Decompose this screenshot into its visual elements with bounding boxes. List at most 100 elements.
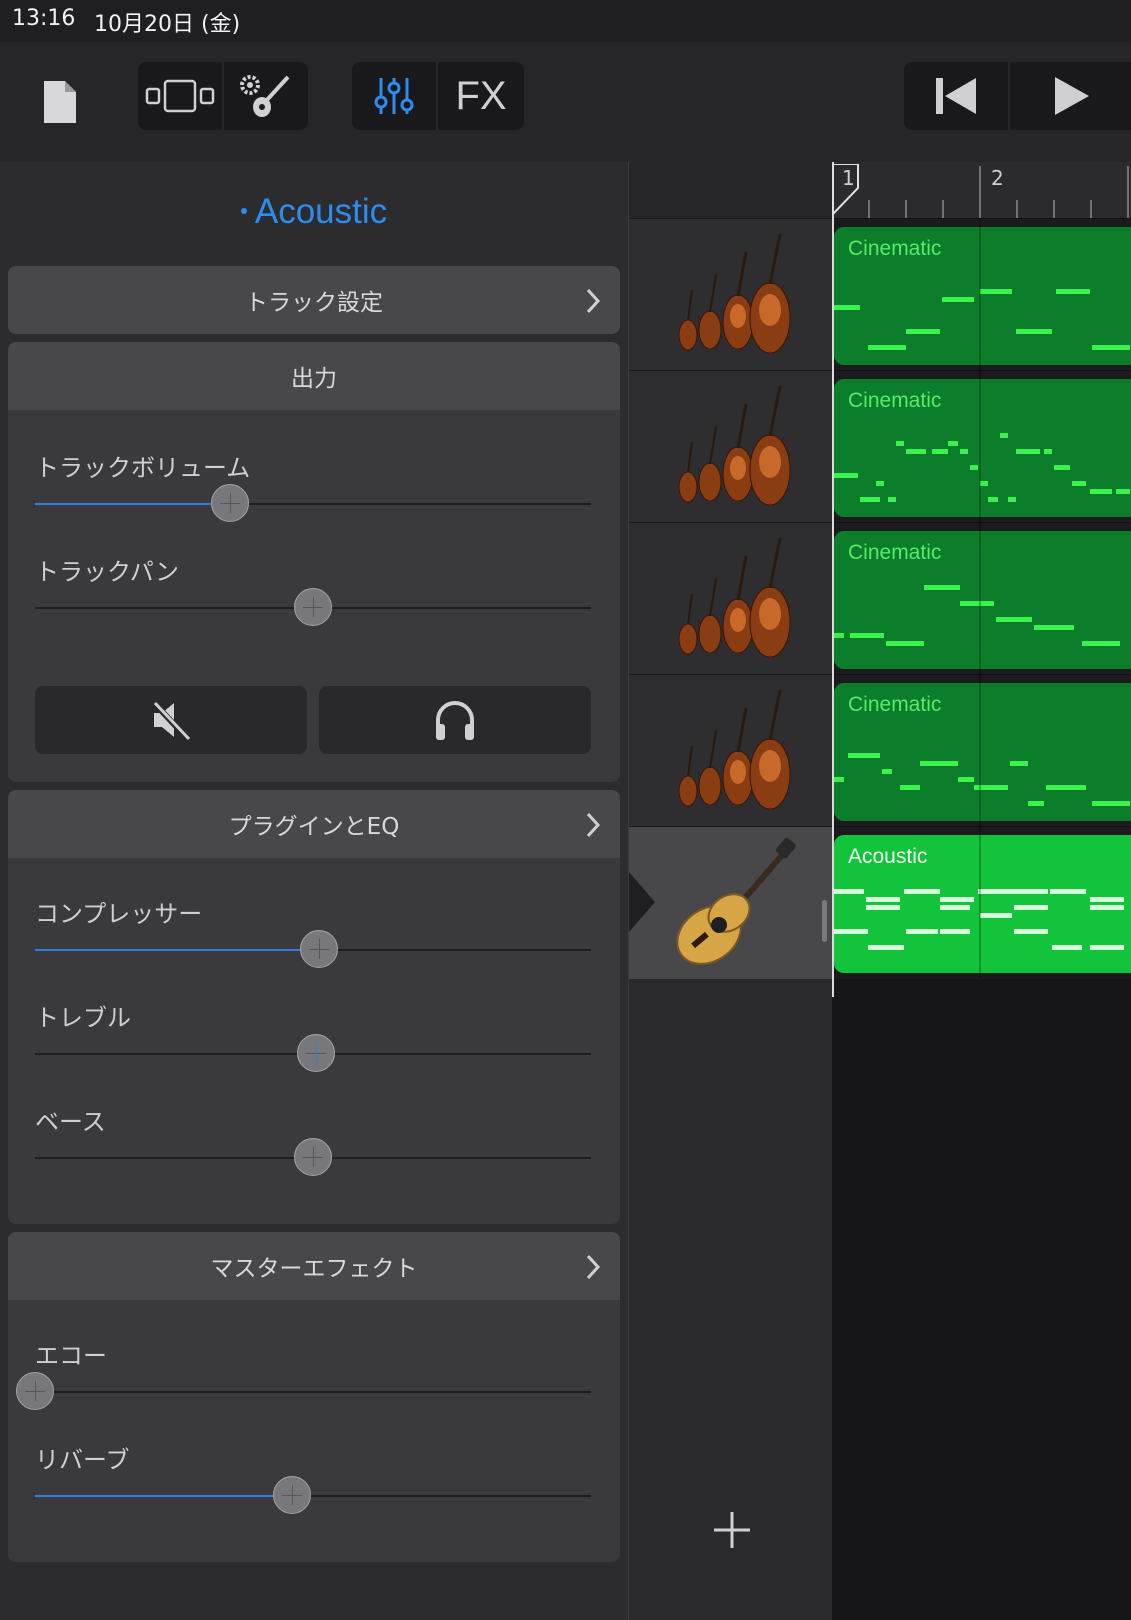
midi-note [834, 889, 864, 894]
track-volume-label: トラックボリューム [35, 454, 251, 482]
fx-button[interactable]: FX [438, 62, 524, 130]
track-pan-slider[interactable] [35, 588, 591, 628]
play-button[interactable] [1010, 62, 1131, 130]
region-cinematic-3[interactable]: Cinematic [834, 531, 1131, 669]
timeline-area[interactable]: 1 2 Cinematic Cinematic Cinematic Cinema… [832, 162, 1131, 1620]
reverb-slider[interactable] [35, 1476, 591, 1516]
compressor-slider[interactable] [35, 930, 591, 970]
bar-ruler[interactable]: 1 2 [832, 162, 1131, 219]
reverb-label: リバーブ [35, 1446, 130, 1474]
playhead[interactable] [832, 162, 834, 997]
midi-note [1000, 433, 1008, 438]
track-lane-5[interactable]: Acoustic [832, 826, 1131, 979]
compressor-label: コンプレッサー [35, 900, 203, 928]
echo-label: エコー [35, 1342, 107, 1370]
midi-note [924, 585, 960, 590]
track-settings-label: トラック設定 [245, 290, 383, 316]
master-effects-header[interactable]: マスターエフェクト [8, 1232, 620, 1300]
region-acoustic[interactable]: Acoustic [834, 835, 1131, 973]
treble-slider[interactable] [35, 1034, 591, 1074]
strings-ensemble-icon [678, 537, 790, 658]
track-header-strings-2[interactable] [629, 370, 832, 523]
midi-note [1072, 481, 1086, 486]
play-icon [1054, 77, 1089, 115]
slider-fill [35, 1495, 293, 1497]
chevron-right-icon [586, 1254, 600, 1280]
track-header-strings-1[interactable] [629, 218, 832, 371]
slider-fill [35, 503, 230, 505]
solo-button[interactable] [319, 686, 591, 754]
midi-note [960, 601, 994, 606]
track-lane-2[interactable]: Cinematic [832, 370, 1131, 523]
slider-knob[interactable] [210, 484, 249, 522]
playhead-marker[interactable] [832, 164, 860, 214]
track-settings-row[interactable]: トラック設定 [8, 266, 620, 334]
slider-knob[interactable] [273, 1476, 312, 1514]
my-songs-button[interactable] [30, 64, 90, 140]
mixer-sliders-icon [374, 78, 414, 114]
midi-note [1116, 489, 1130, 494]
track-resize-handle[interactable] [822, 900, 827, 942]
slider-knob[interactable] [294, 588, 332, 626]
strings-ensemble-icon [678, 233, 790, 354]
region-label: Cinematic [848, 693, 942, 716]
browser-button[interactable] [138, 62, 222, 130]
slider-knob[interactable] [294, 1138, 332, 1176]
midi-note [1016, 329, 1052, 334]
bass-label: ベース [35, 1108, 106, 1136]
midi-note [896, 441, 904, 446]
midi-note [1090, 945, 1124, 950]
region-cinematic-1[interactable]: Cinematic [834, 227, 1131, 365]
region-label: Acoustic [848, 845, 928, 868]
speaker-muted-icon [151, 700, 191, 741]
track-lane-1[interactable]: Cinematic [832, 218, 1131, 371]
slider-fill [35, 949, 319, 951]
bass-slider[interactable] [35, 1138, 591, 1178]
fx-label: FX [455, 73, 507, 118]
go-to-beginning-button[interactable] [904, 62, 1008, 130]
region-cinematic-4[interactable]: Cinematic [834, 683, 1131, 821]
track-volume-slider[interactable] [35, 484, 591, 524]
midi-note [882, 769, 892, 774]
midi-note [868, 345, 906, 350]
track-header-strings-3[interactable] [629, 522, 832, 675]
track-pan-label: トラックパン [35, 558, 179, 586]
view-switch-icon [145, 79, 215, 113]
midi-note [886, 641, 924, 646]
midi-note [958, 777, 974, 782]
track-header-acoustic[interactable] [629, 826, 832, 979]
region-cinematic-2[interactable]: Cinematic [834, 379, 1131, 517]
mute-button[interactable] [35, 686, 307, 754]
plugins-eq-header[interactable]: プラグインとEQ [8, 790, 620, 858]
midi-note [1014, 905, 1048, 910]
midi-note [848, 753, 880, 758]
master-effects-section: マスターエフェクト エコー リバーブ [8, 1232, 620, 1562]
status-date: 10月20日 (金) [94, 12, 241, 37]
echo-slider[interactable] [16, 1372, 591, 1412]
track-header-strings-4[interactable] [629, 674, 832, 827]
plugins-eq-section: プラグインとEQ コンプレッサー トレブル ベース [8, 790, 620, 1224]
midi-note [876, 481, 884, 486]
output-section: 出力 トラックボリューム トラックパン [8, 342, 620, 782]
midi-note [1046, 785, 1086, 790]
track-lane-4[interactable]: Cinematic [832, 674, 1131, 827]
midi-note [1090, 905, 1124, 910]
slider-knob[interactable] [299, 930, 338, 968]
track-lane-3[interactable]: Cinematic [832, 522, 1131, 675]
midi-note [866, 897, 900, 902]
skip-back-icon [936, 78, 976, 114]
midi-note [1090, 897, 1124, 902]
midi-note [920, 761, 958, 766]
output-header: 出力 [8, 342, 620, 410]
instrument-settings-button[interactable] [224, 62, 308, 130]
slider-knob[interactable] [296, 1034, 335, 1072]
slider-knob[interactable] [16, 1372, 54, 1410]
add-track-button[interactable] [712, 1510, 752, 1550]
midi-note [1082, 641, 1090, 646]
midi-note [940, 929, 970, 934]
chevron-right-icon [586, 288, 600, 314]
midi-note [834, 929, 868, 934]
midi-note [834, 473, 858, 478]
track-header-top [629, 162, 832, 218]
mixer-button[interactable] [352, 62, 436, 130]
